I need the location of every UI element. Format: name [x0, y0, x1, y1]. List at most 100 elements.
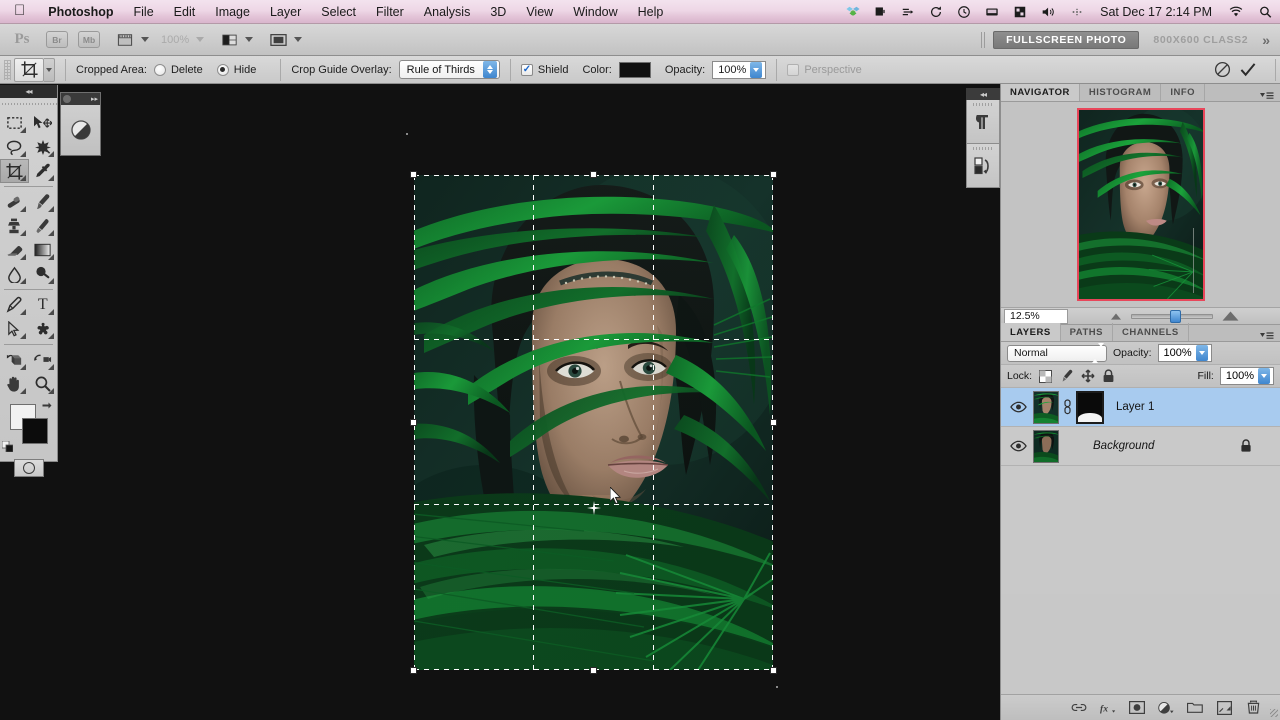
commit-crop-icon[interactable]	[1235, 58, 1261, 82]
layer-visibility-toggle-1[interactable]	[1007, 401, 1029, 413]
arrange-documents-icon[interactable]	[218, 31, 240, 48]
radio-delete-icon[interactable]	[153, 63, 166, 76]
layer-name-1[interactable]: Layer 1	[1116, 401, 1154, 413]
new-adjustment-layer-icon[interactable]	[1158, 700, 1174, 716]
arrange-documents-group[interactable]	[218, 31, 254, 48]
lock-all-icon[interactable]	[1101, 369, 1116, 384]
menu-item-help[interactable]: Help	[628, 5, 674, 19]
layer-mask-thumbnail-1[interactable]	[1076, 390, 1104, 424]
tab-histogram[interactable]: HISTOGRAM	[1080, 83, 1162, 101]
crop-handle-middle-left[interactable]	[410, 419, 417, 426]
tool-3d-camera-rotate[interactable]	[29, 348, 58, 372]
crop-tool-icon[interactable]	[14, 57, 44, 82]
zoom-in-large-icon[interactable]	[1221, 310, 1240, 322]
lock-transparent-pixels-icon[interactable]	[1038, 369, 1053, 384]
cropped-area-hide-radio[interactable]: Hide	[216, 63, 256, 76]
network-icon[interactable]	[1006, 5, 1034, 19]
screen-mode-chevron-down-icon[interactable]	[294, 37, 303, 42]
layers-panel-menu-icon[interactable]	[1260, 331, 1280, 341]
menu-item-analysis[interactable]: Analysis	[414, 5, 481, 19]
bluetooth-icon[interactable]	[1063, 5, 1091, 19]
layer-fill-chevron-down-icon[interactable]	[1258, 368, 1270, 384]
workspace-fullscreen-photo[interactable]: FULLSCREEN PHOTO	[993, 30, 1140, 49]
tool-history-brush[interactable]	[29, 214, 58, 238]
navigator-preview-area[interactable]	[1001, 102, 1280, 307]
crop-guide-overlay-stepper-icon[interactable]	[482, 61, 497, 78]
menu-item-view[interactable]: View	[516, 5, 563, 19]
tab-layers[interactable]: LAYERS	[1001, 323, 1061, 341]
blend-mode-stepper-icon[interactable]	[1092, 343, 1104, 363]
tab-navigator[interactable]: NAVIGATOR	[1001, 83, 1080, 101]
tool-type[interactable]: T	[29, 293, 58, 317]
crop-handle-bottom-right[interactable]	[770, 667, 777, 674]
crop-handle-middle-right[interactable]	[770, 419, 777, 426]
screen-mode-group[interactable]	[267, 31, 303, 48]
radio-hide-icon[interactable]	[216, 63, 229, 76]
collapse-panel-icon[interactable]: ◂◂	[25, 87, 32, 96]
shield-opacity-chevron-down-icon[interactable]	[750, 61, 763, 78]
volume-icon[interactable]	[1034, 5, 1063, 19]
adjustments-halfcircle-icon[interactable]	[70, 119, 92, 141]
layer-name-2[interactable]: Background	[1093, 440, 1154, 452]
workspace-more-chevron-icon[interactable]: »	[1262, 32, 1270, 48]
default-colors-icon[interactable]	[1, 439, 14, 453]
menu-item-3d[interactable]: 3D	[480, 5, 516, 19]
menu-item-image[interactable]: Image	[205, 5, 260, 19]
launch-bridge-button[interactable]: Br	[46, 31, 68, 48]
apple-logo-icon[interactable]: 	[0, 3, 38, 18]
launch-mini-bridge-button[interactable]: Mb	[78, 31, 100, 48]
tools-drag-dots[interactable]	[0, 100, 57, 109]
panel-drag-dots-2[interactable]	[973, 147, 993, 150]
menu-item-edit[interactable]: Edit	[164, 5, 206, 19]
menu-item-photoshop[interactable]: Photoshop	[38, 5, 123, 19]
tool-lasso[interactable]	[0, 135, 29, 159]
quick-mask-toggle[interactable]	[0, 456, 57, 480]
layer-style-fx-icon[interactable]: fx	[1100, 700, 1116, 716]
background-color-swatch[interactable]	[22, 418, 48, 444]
panel-drag-dots[interactable]	[973, 103, 993, 106]
view-extras-chevron-down-icon[interactable]	[141, 37, 149, 42]
quick-mask-icon[interactable]	[13, 459, 44, 477]
tool-spot-healing[interactable]	[0, 190, 29, 214]
cancel-crop-icon[interactable]	[1209, 58, 1235, 82]
tool-move[interactable]	[29, 111, 58, 135]
collapsed-adjustments-panel[interactable]: ▸▸	[60, 92, 101, 156]
workspace-800x600-class2[interactable]: 800X600 CLASS2	[1153, 34, 1248, 46]
menubar-clock[interactable]: Sat Dec 17 2:14 PM	[1091, 5, 1221, 19]
view-extras-group[interactable]	[114, 31, 149, 48]
workspace-drag-grip[interactable]	[981, 31, 988, 48]
document-canvas[interactable]	[0, 84, 1000, 720]
display-icon[interactable]	[978, 5, 1006, 19]
tools-panel-header[interactable]: ◂◂	[0, 85, 57, 98]
crop-guide-overlay-select[interactable]: Rule of Thirds	[398, 60, 500, 79]
expand-panel-icon[interactable]: ▸▸	[91, 95, 98, 103]
layer-row-layer-1[interactable]: Layer 1	[1001, 388, 1280, 427]
menu-item-filter[interactable]: Filter	[366, 5, 414, 19]
search-icon[interactable]	[1251, 5, 1280, 19]
tool-zoom[interactable]	[29, 372, 58, 396]
layer-fill-field[interactable]: 100%	[1219, 367, 1274, 385]
menu-item-select[interactable]: Select	[311, 5, 366, 19]
new-group-icon[interactable]	[1187, 700, 1203, 716]
tool-eraser[interactable]	[0, 238, 29, 262]
menu-item-window[interactable]: Window	[563, 5, 627, 19]
tool-hand[interactable]	[0, 372, 29, 396]
tab-channels[interactable]: CHANNELS	[1113, 323, 1189, 341]
blend-mode-select[interactable]: Normal	[1007, 343, 1107, 363]
tool-clone-stamp[interactable]	[0, 214, 29, 238]
sync-icon[interactable]	[922, 5, 950, 19]
layers-list[interactable]: Layer 1 Background	[1001, 388, 1280, 594]
timemachine-icon[interactable]	[950, 5, 978, 19]
layer-thumbnail-1[interactable]	[1033, 390, 1059, 424]
navigator-thumbnail[interactable]	[1076, 108, 1205, 301]
shield-check-icon[interactable]: ✓	[520, 63, 533, 76]
navigator-zoom-slider[interactable]	[1068, 309, 1280, 323]
tab-info[interactable]: INFO	[1161, 83, 1206, 101]
tab-paths[interactable]: PATHS	[1061, 323, 1113, 341]
mini-panel-body[interactable]	[61, 105, 100, 155]
dropbox-icon[interactable]	[839, 5, 867, 19]
tool-custom-shape[interactable]	[29, 317, 58, 341]
layer-row-background[interactable]: Background	[1001, 427, 1280, 466]
paragraph-panel-button[interactable]	[966, 100, 1000, 144]
layer-opacity-field[interactable]: 100%	[1157, 344, 1212, 362]
